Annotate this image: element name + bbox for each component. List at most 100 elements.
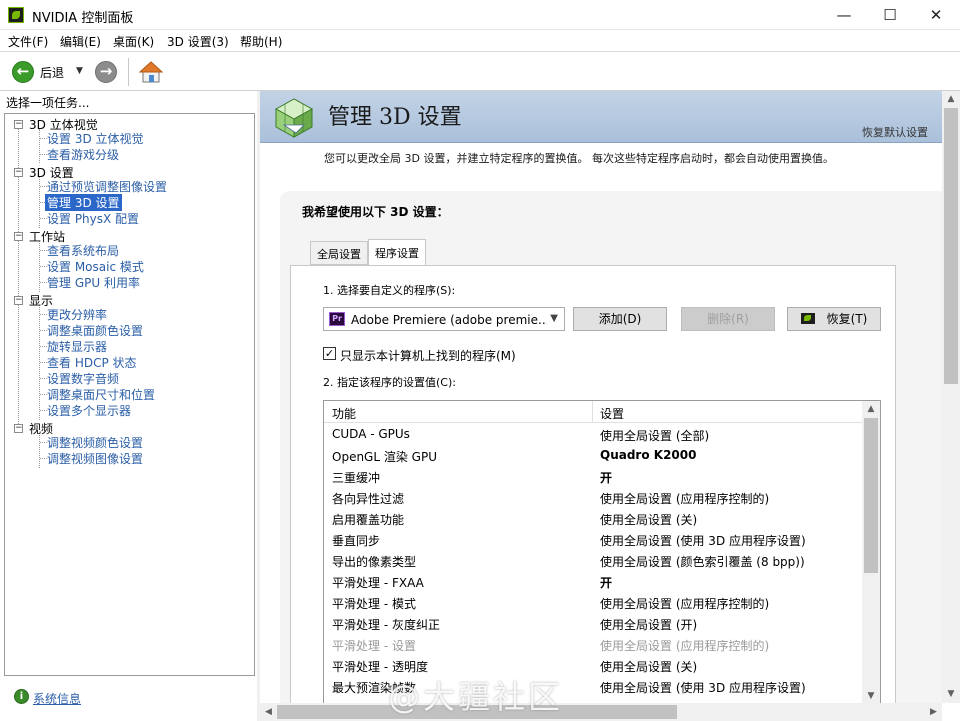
grid-cell-setting[interactable]: 使用全局设置 (全部) <box>600 427 709 444</box>
table-row[interactable]: 垂直同步 使用全局设置 (使用 3D 应用程序设置) <box>324 529 862 550</box>
table-row[interactable]: 各向异性过滤 使用全局设置 (应用程序控制的) <box>324 487 862 508</box>
menu-edit[interactable]: 编辑(E) <box>60 33 101 50</box>
tab-program-settings[interactable]: 程序设置 <box>368 239 426 266</box>
grid-cell-feature: 平滑处理 - FXAA <box>332 576 424 590</box>
grid-cell-feature: 导出的像素类型 <box>332 555 417 569</box>
tree-item-mosaic-mode[interactable]: 设置 Mosaic 模式 <box>47 258 144 275</box>
grid-scroll-thumb[interactable] <box>864 418 878 573</box>
grid-cell-feature: 三重缓冲 <box>332 471 381 485</box>
table-row[interactable]: OpenGL 渲染 GPU Quadro K2000 <box>324 445 862 466</box>
grid-cell-feature: CUDA - GPUs <box>332 427 410 441</box>
grid-cell-feature: OpenGL 渲染 GPU <box>332 450 437 464</box>
page-scroll-thumb[interactable] <box>944 108 958 384</box>
system-info-link[interactable]: 系统信息 <box>33 690 81 707</box>
back-arrow-icon[interactable]: ← <box>12 61 34 83</box>
grid-cell-feature: 平滑处理 - 设置 <box>332 639 416 653</box>
menu-help[interactable]: 帮助(H) <box>240 33 282 50</box>
grid-cell-setting[interactable]: 使用全局设置 (颜色索引覆盖 (8 bpp)) <box>600 553 805 570</box>
tree-item-desktop-color[interactable]: 调整桌面颜色设置 <box>47 322 143 339</box>
main-pane: 管理 3D 设置 恢复默认设置 您可以更改全局 3D 设置，并建立特定程序的置换… <box>260 91 942 703</box>
table-row[interactable]: 平滑处理 - 设置 使用全局设置 (应用程序控制的) <box>324 634 862 655</box>
table-row[interactable]: 平滑处理 - 灰度纠正 使用全局设置 (开) <box>324 613 862 634</box>
page-banner: 管理 3D 设置 恢复默认设置 <box>260 91 942 143</box>
page-title: 管理 3D 设置 <box>328 105 462 130</box>
program-select[interactable]: Pr Adobe Premiere (adobe premie... ▼ <box>323 307 565 331</box>
tab-global-settings[interactable]: 全局设置 <box>310 241 368 265</box>
program-settings-panel: 1. 选择要自定义的程序(S): Pr Adobe Premiere (adob… <box>290 265 896 703</box>
grid-cell-setting[interactable]: 使用全局设置 (应用程序控制的) <box>600 490 769 507</box>
tree-item-manage-3d-settings[interactable]: 管理 3D 设置 <box>45 194 122 211</box>
grid-cell-feature: 平滑处理 - 模式 <box>332 597 416 611</box>
info-icon[interactable]: i <box>14 689 29 704</box>
tree-item-gpu-utilization[interactable]: 管理 GPU 利用率 <box>47 274 140 291</box>
grid-cell-setting[interactable]: Quadro K2000 <box>600 448 696 462</box>
restore-defaults-link[interactable]: 恢复默认设置 <box>862 124 928 140</box>
grid-header-feature[interactable]: 功能 <box>332 405 356 422</box>
tree-item-change-resolution[interactable]: 更改分辨率 <box>47 306 107 323</box>
minimize-button[interactable]: — <box>821 0 867 30</box>
tree-item-hdcp-status[interactable]: 查看 HDCP 状态 <box>47 354 137 371</box>
collapse-toggle-icon[interactable]: − <box>14 232 23 241</box>
forward-arrow-icon[interactable]: → <box>95 61 117 83</box>
tree-item-system-topology[interactable]: 查看系统布局 <box>47 242 119 259</box>
maximize-button[interactable]: ☐ <box>867 0 913 30</box>
nvidia-logo-icon <box>8 7 24 23</box>
tree-item-digital-audio[interactable]: 设置数字音频 <box>47 370 119 387</box>
page-scrollbar-horizontal[interactable]: ◀ ▶ <box>260 703 942 721</box>
grid-cell-setting[interactable]: 使用全局设置 (使用 3D 应用程序设置) <box>600 532 806 549</box>
only-show-found-programs-checkbox[interactable]: ✓ <box>323 347 336 360</box>
page-scrollbar-vertical[interactable]: ▲ ▼ <box>942 91 960 703</box>
grid-scrollbar[interactable]: ▲ ▼ <box>862 401 880 703</box>
grid-cell-feature: 各向异性过滤 <box>332 492 405 506</box>
tree-item-desktop-size-position[interactable]: 调整桌面尺寸和位置 <box>47 386 155 403</box>
menu-file[interactable]: 文件(F) <box>8 33 48 50</box>
history-dropdown-icon[interactable]: ▼ <box>76 66 83 76</box>
tree-item-multiple-displays[interactable]: 设置多个显示器 <box>47 402 131 419</box>
home-icon[interactable] <box>139 60 163 84</box>
table-row[interactable]: 导出的像素类型 使用全局设置 (颜色索引覆盖 (8 bpp)) <box>324 550 862 571</box>
restore-program-button[interactable]: 恢复(T) <box>787 307 881 331</box>
grid-cell-setting[interactable]: 使用全局设置 (使用 3D 应用程序设置) <box>600 679 806 696</box>
tree-item-game-ratings[interactable]: 查看游戏分级 <box>47 146 119 163</box>
menu-3d-settings[interactable]: 3D 设置(3) <box>167 33 229 50</box>
column-divider[interactable] <box>592 401 593 423</box>
remove-program-button[interactable]: 删除(R) <box>681 307 775 331</box>
tree-item-preview-image-settings[interactable]: 通过预览调整图像设置 <box>47 178 167 195</box>
only-show-found-programs-label[interactable]: 只显示本计算机上找到的程序(M) <box>340 347 516 364</box>
add-program-button[interactable]: 添加(D) <box>573 307 667 331</box>
tree-item-video-color[interactable]: 调整视频颜色设置 <box>47 434 143 451</box>
table-row[interactable]: 平滑处理 - FXAA 开 <box>324 571 862 592</box>
grid-cell-setting[interactable]: 使用全局设置 (应用程序控制的) <box>600 637 769 654</box>
tree-item-physx-config[interactable]: 设置 PhysX 配置 <box>47 210 139 227</box>
grid-cell-setting[interactable]: 开 <box>600 574 612 591</box>
scroll-up-icon[interactable]: ▲ <box>862 401 880 418</box>
section-title: 我希望使用以下 3D 设置： <box>302 205 449 219</box>
collapse-toggle-icon[interactable]: − <box>14 424 23 433</box>
collapse-toggle-icon[interactable]: − <box>14 120 23 129</box>
tree-item-set-3d-stereo[interactable]: 设置 3D 立体视觉 <box>47 130 144 147</box>
tree-item-video-image[interactable]: 调整视频图像设置 <box>47 450 143 467</box>
table-row[interactable]: 平滑处理 - 模式 使用全局设置 (应用程序控制的) <box>324 592 862 613</box>
menu-desktop[interactable]: 桌面(K) <box>113 33 154 50</box>
scroll-right-icon[interactable]: ▶ <box>925 703 942 721</box>
step1-label: 1. 选择要自定义的程序(S): <box>323 284 456 297</box>
grid-cell-setting[interactable]: 使用全局设置 (开) <box>600 616 697 633</box>
back-button-label[interactable]: 后退 <box>40 64 64 81</box>
scroll-left-icon[interactable]: ◀ <box>260 703 277 721</box>
scroll-down-icon[interactable]: ▼ <box>862 688 880 703</box>
close-button[interactable]: ✕ <box>913 0 959 30</box>
scroll-up-icon[interactable]: ▲ <box>942 91 960 108</box>
collapse-toggle-icon[interactable]: − <box>14 168 23 177</box>
grid-cell-setting[interactable]: 使用全局设置 (关) <box>600 658 697 675</box>
tree-connector <box>39 129 40 163</box>
tree-item-rotate-display[interactable]: 旋转显示器 <box>47 338 107 355</box>
grid-cell-setting[interactable]: 开 <box>600 469 612 486</box>
table-row[interactable]: 三重缓冲 开 <box>324 466 862 487</box>
table-row[interactable]: CUDA - GPUs 使用全局设置 (全部) <box>324 424 862 445</box>
scroll-down-icon[interactable]: ▼ <box>942 686 960 703</box>
grid-cell-setting[interactable]: 使用全局设置 (应用程序控制的) <box>600 595 769 612</box>
grid-header-setting[interactable]: 设置 <box>600 405 624 422</box>
grid-cell-setting[interactable]: 使用全局设置 (关) <box>600 511 697 528</box>
table-row[interactable]: 启用覆盖功能 使用全局设置 (关) <box>324 508 862 529</box>
collapse-toggle-icon[interactable]: − <box>14 296 23 305</box>
